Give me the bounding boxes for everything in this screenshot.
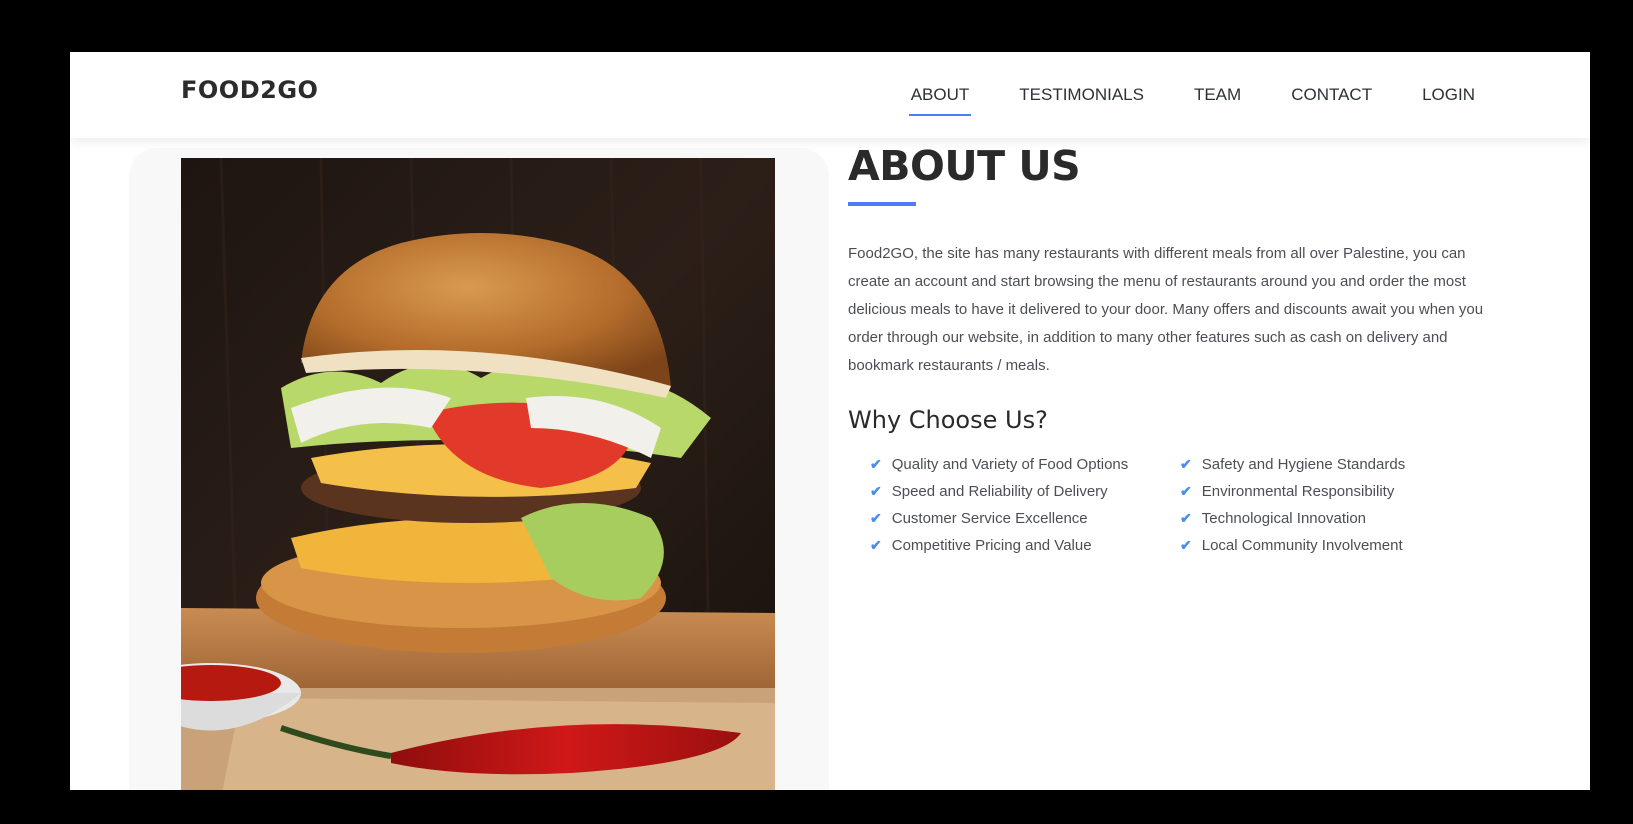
feature-label: Customer Service Excellence — [891, 510, 1088, 527]
feature-label: Speed and Reliability of Delivery — [891, 483, 1108, 500]
feature-item: ✔ Local Community Involvement — [1180, 537, 1480, 554]
page-viewport: FOOD2GO ABOUT TESTIMONIALS TEAM CONTACT … — [70, 52, 1590, 790]
feature-item: ✔ Technological Innovation — [1180, 510, 1480, 527]
feature-label: Local Community Involvement — [1201, 537, 1403, 554]
feature-label: Competitive Pricing and Value — [891, 537, 1092, 554]
burger-image — [181, 158, 775, 790]
feature-label: Environmental Responsibility — [1201, 483, 1395, 500]
nav-contact[interactable]: CONTACT — [1291, 52, 1372, 138]
nav-about[interactable]: ABOUT — [908, 52, 971, 138]
check-icon: ✔ — [870, 483, 882, 499]
brand-logo[interactable]: FOOD2GO — [181, 76, 318, 104]
feature-item: ✔ Quality and Variety of Food Options — [870, 456, 1180, 473]
check-icon: ✔ — [870, 510, 882, 526]
feature-item: ✔ Environmental Responsibility — [1180, 483, 1480, 500]
nav-team[interactable]: TEAM — [1194, 52, 1241, 138]
feature-label: Quality and Variety of Food Options — [891, 456, 1129, 473]
about-title: ABOUT US — [848, 142, 1081, 190]
navbar: FOOD2GO ABOUT TESTIMONIALS TEAM CONTACT … — [70, 52, 1590, 138]
check-icon: ✔ — [1180, 483, 1192, 499]
feature-item: ✔ Safety and Hygiene Standards — [1180, 456, 1480, 473]
why-choose-title: Why Choose Us? — [848, 406, 1048, 434]
check-icon: ✔ — [1180, 537, 1192, 553]
feature-label: Technological Innovation — [1201, 510, 1367, 527]
about-description: Food2GO, the site has many restaurants w… — [848, 245, 1484, 374]
check-icon: ✔ — [870, 456, 882, 472]
nav-testimonials[interactable]: TESTIMONIALS — [1019, 52, 1144, 138]
feature-item: ✔ Customer Service Excellence — [870, 510, 1180, 527]
check-icon: ✔ — [870, 537, 882, 553]
feature-item: ✔ Competitive Pricing and Value — [870, 537, 1180, 554]
feature-item: ✔ Speed and Reliability of Delivery — [870, 483, 1180, 500]
check-icon: ✔ — [1180, 510, 1192, 526]
nav-login[interactable]: LOGIN — [1422, 52, 1475, 138]
about-section: ABOUT US Food2GO, the site has many rest… — [848, 142, 1488, 554]
feature-label: Safety and Hygiene Standards — [1201, 456, 1406, 473]
title-underline — [848, 202, 916, 206]
main-nav: ABOUT TESTIMONIALS TEAM CONTACT LOGIN — [908, 52, 1590, 138]
check-icon: ✔ — [1180, 456, 1192, 472]
features-list: ✔ Quality and Variety of Food Options ✔ Sa… — [848, 456, 1488, 554]
